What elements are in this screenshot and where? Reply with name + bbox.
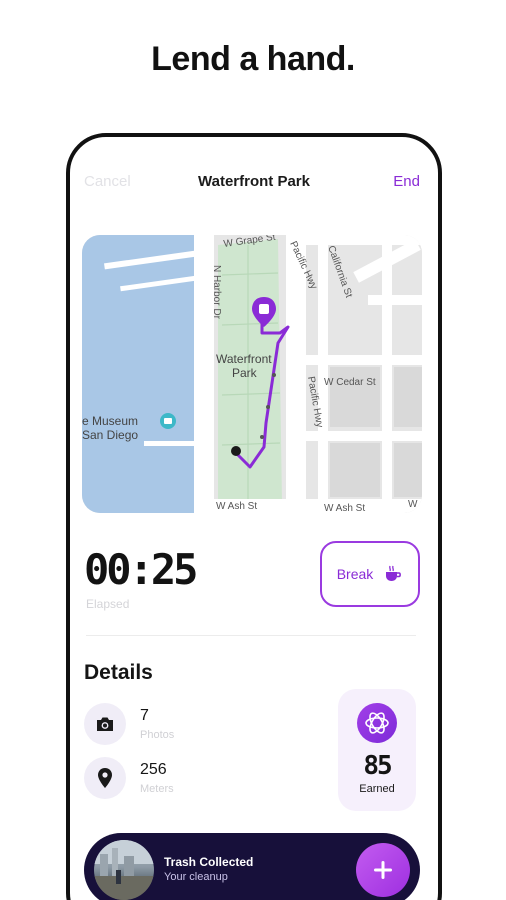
photos-stat: 7 Photos: [84, 703, 174, 745]
map-canvas: W Grape St N Harbor Dr Pacific Hwy Calif…: [82, 235, 422, 513]
hero-title: Lend a hand.: [151, 40, 355, 78]
map-pin-icon: [84, 757, 126, 799]
map-label-waterfront: Waterfront: [216, 352, 272, 366]
phone-frame: Waterfront Park Cancel End W Grape St N …: [66, 133, 442, 900]
coffee-cup-icon: [383, 564, 403, 584]
elapsed-timer: 00:25: [84, 545, 198, 594]
break-button[interactable]: Break: [320, 541, 420, 607]
elapsed-label: Elapsed: [86, 597, 130, 611]
earned-label: Earned: [359, 783, 395, 795]
map-label-museum-2: San Diego: [82, 428, 138, 442]
map-label-w-ash-st-left: W Ash St: [216, 501, 257, 512]
photos-value: 7: [140, 707, 149, 724]
cleanup-thumbnail: [94, 840, 154, 900]
map-label-w-cedar-st: W Cedar St: [324, 377, 376, 388]
break-label: Break: [336, 566, 374, 582]
map-label-museum-1: e Museum: [82, 414, 138, 428]
map-label-w-edge: W: [408, 499, 418, 510]
add-trash-button[interactable]: [356, 843, 410, 897]
details-heading: Details: [84, 661, 153, 684]
end-button[interactable]: End: [393, 173, 420, 190]
trash-collected-bar[interactable]: Trash Collected Your cleanup: [84, 833, 420, 900]
earned-value: 85: [363, 751, 392, 781]
harbor-drive-road: [194, 235, 214, 513]
earned-card: 85 Earned: [338, 689, 416, 811]
photos-label: Photos: [140, 729, 175, 741]
camera-icon: [84, 703, 126, 745]
cancel-button[interactable]: Cancel: [84, 173, 131, 190]
meters-stat: 256 Meters: [84, 757, 174, 799]
meters-label: Meters: [140, 783, 174, 795]
bay-water: [82, 235, 194, 513]
meters-value: 256: [140, 761, 167, 778]
map-label-w-ash-st-right: W Ash St: [324, 503, 365, 513]
section-divider: [86, 635, 416, 636]
plus-icon: [374, 861, 392, 879]
map-label-park: Park: [232, 366, 258, 380]
trash-collected-subtitle: Your cleanup: [164, 871, 228, 883]
trash-collected-title: Trash Collected: [164, 855, 254, 869]
start-point-icon: [231, 446, 241, 456]
map-label-n-harbor-dr: N Harbor Dr: [211, 265, 222, 320]
flower-badge-icon: [357, 703, 397, 743]
route-map[interactable]: W Grape St N Harbor Dr Pacific Hwy Calif…: [82, 235, 422, 513]
top-bar: Waterfront Park Cancel End: [70, 173, 438, 195]
